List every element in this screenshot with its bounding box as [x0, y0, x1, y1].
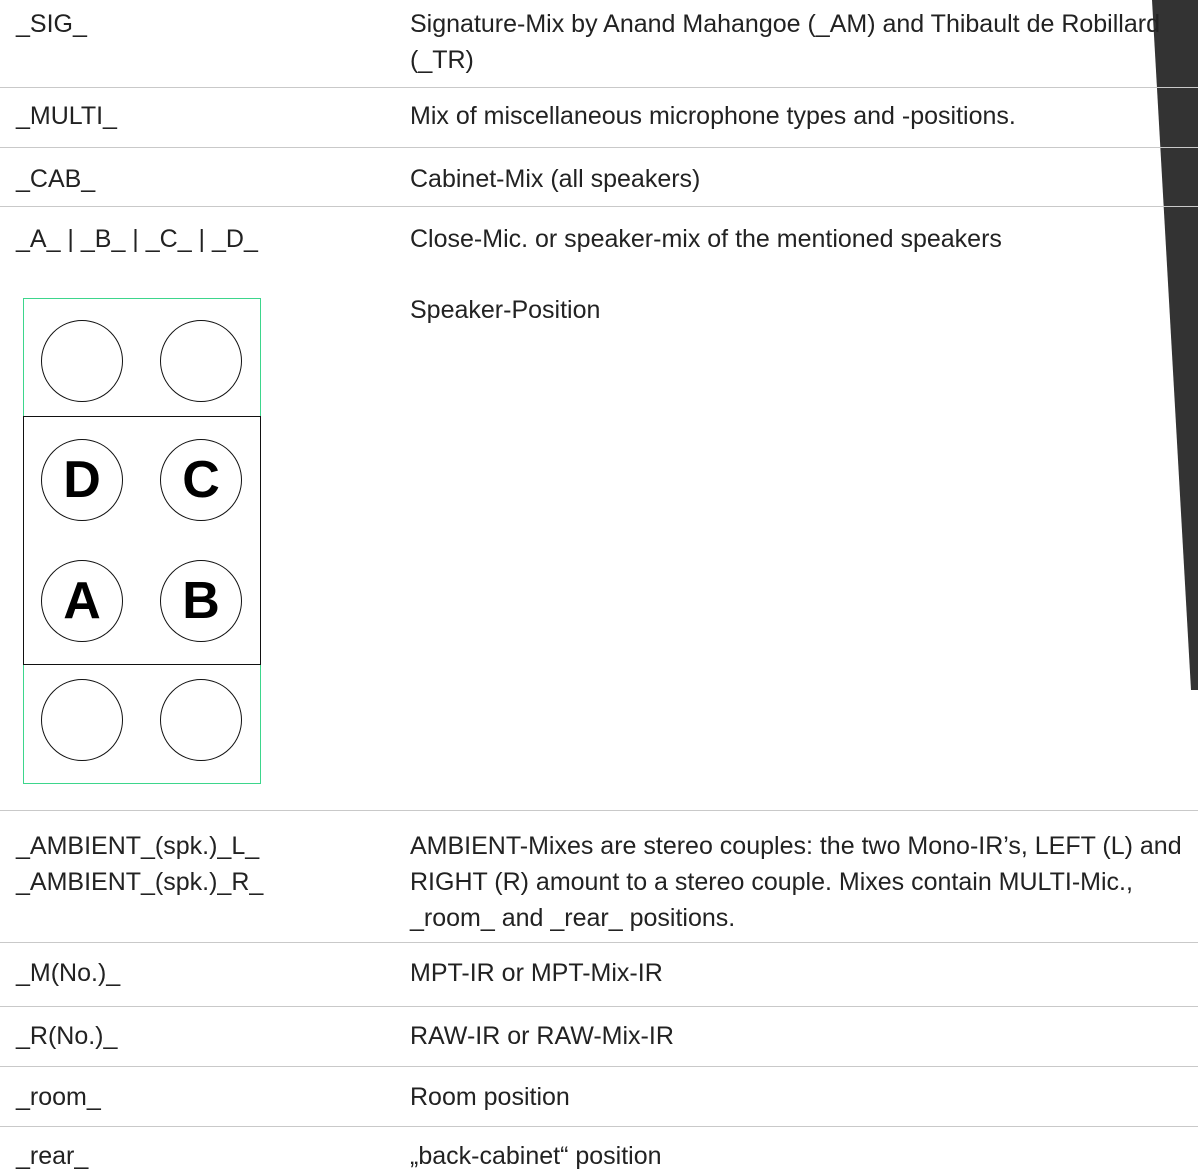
- table-row-cab: _CAB_ Cabinet-Mix (all speakers): [0, 148, 1198, 207]
- row-key: _SIG_: [16, 6, 396, 42]
- key-line: _rear_: [16, 1142, 89, 1170]
- row-description: Cabinet-Mix (all speakers): [410, 165, 701, 193]
- speaker-position-diagram: D C A B: [22, 298, 261, 784]
- key-line: _CAB_: [16, 165, 96, 193]
- table-row-raw: _R(No.)_ RAW-IR or RAW-Mix-IR: [0, 1007, 1198, 1067]
- row-key: _R(No.)_: [16, 1018, 396, 1054]
- table-row-sig: _SIG_ Signature-Mix by Anand Mahangoe (_…: [0, 0, 1198, 88]
- row-description: „back-cabinet“ position: [410, 1142, 662, 1170]
- speaker-circle-empty: [41, 679, 123, 761]
- row-key: _rear_: [16, 1138, 396, 1174]
- row-description: RAW-IR or RAW-Mix-IR: [410, 1022, 674, 1050]
- key-line: _SIG_: [16, 10, 87, 38]
- row-description: Close-Mic. or speaker-mix of the mention…: [410, 225, 1002, 253]
- table-row-mpt: _M(No.)_ MPT-IR or MPT-Mix-IR: [0, 943, 1198, 1007]
- row-description: AMBIENT-Mixes are stereo couples: the tw…: [410, 832, 1182, 932]
- speaker-b: B: [160, 560, 242, 642]
- key-line: _A_ | _B_ | _C_ | _D_: [16, 225, 258, 253]
- row-description: Signature-Mix by Anand Mahangoe (_AM) an…: [410, 10, 1160, 74]
- speaker-c: C: [160, 439, 242, 521]
- key-line: _MULTI_: [16, 102, 117, 130]
- row-key: _M(No.)_: [16, 955, 396, 991]
- row-key: _CAB_: [16, 161, 396, 197]
- row-description: Room position: [410, 1083, 570, 1111]
- speaker-circle-empty: [41, 320, 123, 402]
- table-row-multi: _MULTI_ Mix of miscellaneous microphone …: [0, 88, 1198, 148]
- table-row-ambient: _AMBIENT_(spk.)_L_ _AMBIENT_(spk.)_R_ AM…: [0, 811, 1198, 943]
- row-key: _MULTI_: [16, 98, 396, 134]
- key-line: _room_: [16, 1083, 101, 1111]
- row-description: MPT-IR or MPT-Mix-IR: [410, 959, 663, 987]
- table-row-rear: _rear_ „back-cabinet“ position: [0, 1127, 1198, 1171]
- key-line: _AMBIENT_(spk.)_L_: [16, 832, 260, 860]
- key-line: _R(No.)_: [16, 1022, 118, 1050]
- key-line: _M(No.)_: [16, 959, 121, 987]
- speaker-position-label: Speaker-Position: [410, 296, 601, 324]
- speaker-circle-empty: [160, 679, 242, 761]
- row-key: _room_: [16, 1079, 396, 1115]
- row-description: Mix of miscellaneous microphone types an…: [410, 102, 1016, 130]
- key-line: _AMBIENT_(spk.)_R_: [16, 868, 264, 896]
- speaker-d: D: [41, 439, 123, 521]
- row-key: _AMBIENT_(spk.)_L_ _AMBIENT_(spk.)_R_: [16, 828, 396, 900]
- table-row-room: _room_ Room position: [0, 1067, 1198, 1127]
- speaker-circle-empty: [160, 320, 242, 402]
- speaker-a: A: [41, 560, 123, 642]
- row-key: _A_ | _B_ | _C_ | _D_: [16, 221, 396, 257]
